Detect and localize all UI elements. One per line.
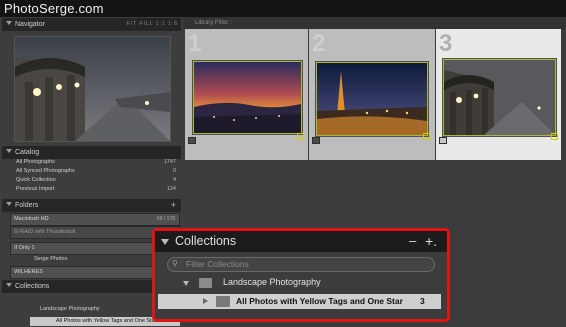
catalog-item[interactable]: All Photographs 1747 <box>16 158 176 167</box>
collections-panel-header[interactable]: Collections – +. <box>155 231 447 252</box>
grid-cell-selected[interactable]: 3 <box>436 29 562 160</box>
catalog-item-label: All Synced Photographs <box>16 168 75 174</box>
folder-serge-photos[interactable]: Serge Photos <box>34 255 144 264</box>
sunset-city-image <box>194 62 301 133</box>
app-header: PhotoSerge.com <box>0 0 566 17</box>
grid-cell[interactable]: 1 <box>185 29 309 160</box>
collapse-triangle-icon <box>6 149 12 153</box>
volume-count: 69 / 178 <box>156 216 175 222</box>
cell-number: 3 <box>439 30 453 57</box>
smart-collection-row[interactable]: All Photos with Yellow Tags and One Star… <box>158 294 441 309</box>
flag-badge-icon[interactable] <box>188 137 196 144</box>
bridge-street-image <box>444 60 555 135</box>
flag-badge-icon[interactable] <box>312 137 320 144</box>
collection-set-icon <box>199 278 212 288</box>
navigator-title: Navigator <box>15 21 45 28</box>
collections-zoom-panel: Collections – +. ⚲ Filter Collections La… <box>152 228 450 322</box>
catalog-item-label: Quick Collection <box>16 177 56 183</box>
collection-set-item[interactable]: Landscape Photography <box>40 305 170 314</box>
navigator-zoom-options[interactable]: FIT FILL 1:1 1:6 <box>127 18 178 31</box>
collections-panel-title: Collections <box>175 234 237 248</box>
catalog-item-count: 1747 <box>163 159 176 165</box>
photo-thumbnail[interactable] <box>316 62 428 136</box>
add-folder-button[interactable]: + <box>171 199 176 212</box>
paris-night-image <box>317 63 427 135</box>
collections-title: Collections <box>15 283 50 290</box>
grid-cell[interactable]: 2 <box>309 29 436 160</box>
brand-title: PhotoSerge.com <box>4 1 104 16</box>
cell-number: 1 <box>188 30 202 57</box>
catalog-item[interactable]: Quick Collection 4 <box>16 176 176 185</box>
catalog-item[interactable]: All Synced Photographs 0 <box>16 167 176 176</box>
catalog-item[interactable]: Previous Import 124 <box>16 185 176 194</box>
catalog-item-label: All Photographs <box>16 159 55 165</box>
library-filter-bar[interactable]: Library Filter : <box>183 17 566 29</box>
yellow-tag-icon <box>297 133 304 140</box>
navigator-preview[interactable] <box>14 36 171 142</box>
collapse-triangle-icon <box>6 202 12 206</box>
catalog-item-label: Previous Import <box>16 186 55 192</box>
yellow-tag-icon <box>551 133 558 140</box>
add-collection-button[interactable]: +. <box>425 233 437 249</box>
smart-collection-label: All Photos with Yellow Tags and One Star <box>236 296 403 306</box>
catalog-item-count: 0 <box>172 168 176 174</box>
filter-collections-input[interactable]: ⚲ Filter Collections <box>167 257 435 272</box>
smart-collection-icon <box>216 296 230 307</box>
navigator-preview-image <box>15 37 170 141</box>
search-icon: ⚲ <box>172 259 178 268</box>
volume-label: Macintosh HD <box>14 216 49 222</box>
remove-collection-button[interactable]: – <box>409 233 416 248</box>
collapse-triangle-icon[interactable] <box>161 239 169 245</box>
photo-thumbnail[interactable] <box>443 59 556 136</box>
filter-collections-placeholder: Filter Collections <box>186 259 249 269</box>
volume-label: If Only 1 <box>14 245 35 251</box>
folder-label: Serge Photos <box>34 256 68 262</box>
folders-title: Folders <box>15 202 39 209</box>
smart-collection-count: 3 <box>420 296 425 306</box>
folders-header[interactable]: Folders + <box>2 199 181 212</box>
flag-badge-icon[interactable] <box>439 137 447 144</box>
disclosure-triangle-icon <box>203 298 208 304</box>
expand-triangle-icon[interactable] <box>183 281 189 286</box>
library-filter-label: Library Filter : <box>195 20 232 26</box>
navigator-header[interactable]: Navigator FIT FILL 1:1 1:6 <box>2 18 181 31</box>
volume-label: WILHERES <box>14 269 43 275</box>
collection-label: All Photos with Yellow Tags and One Star <box>56 318 157 324</box>
yellow-tag-icon <box>423 133 430 140</box>
collection-set-row[interactable]: Landscape Photography <box>183 277 433 291</box>
collapse-triangle-icon <box>6 21 12 25</box>
catalog-item-count: 124 <box>166 186 176 192</box>
catalog-title: Catalog <box>15 149 40 156</box>
collection-set-label: Landscape Photography <box>40 306 100 312</box>
cell-number: 2 <box>312 30 326 57</box>
photo-thumbnail[interactable] <box>193 61 302 134</box>
collection-set-label: Landscape Photography <box>223 277 321 287</box>
catalog-item-count: 4 <box>172 177 176 183</box>
collapse-triangle-icon <box>6 283 12 287</box>
volume-label: G-RAID with Thunderbolt <box>14 229 76 235</box>
volume-macintosh-hd[interactable]: Macintosh HD 69 / 178 <box>10 213 180 226</box>
